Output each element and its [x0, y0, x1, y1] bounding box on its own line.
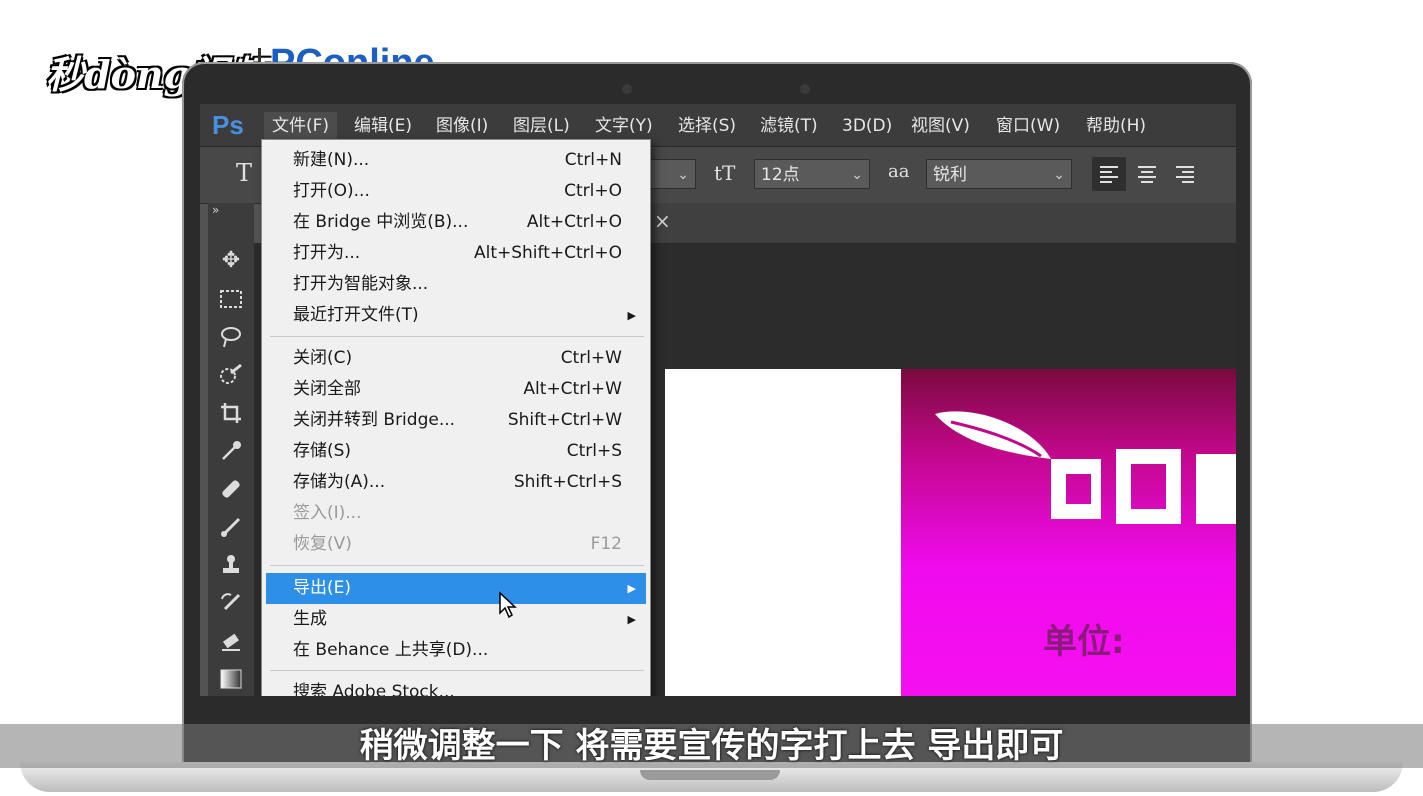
photoshop-window: Ps 文件(F) 编辑(E) 图像(I) 图层(L) 文字(Y) 选择(S) 滤…: [200, 104, 1236, 696]
menu-item-recent-files[interactable]: 最近打开文件(T) ▶: [266, 300, 646, 331]
font-size-icon: tT: [714, 161, 736, 185]
eyedropper-tool-icon[interactable]: [208, 433, 254, 469]
poster-unit-label: 单位:: [1043, 622, 1125, 662]
submenu-arrow-icon: ▶: [627, 613, 636, 626]
menu-item-revert: 恢复(V) F12: [293, 534, 622, 554]
lasso-tool-icon[interactable]: [208, 319, 254, 355]
antialias-select[interactable]: 锐利 ⌄: [926, 159, 1072, 189]
antialias-icon: aa: [888, 161, 910, 182]
laptop-notch: [640, 770, 780, 780]
brush-tool-icon[interactable]: [208, 509, 254, 545]
align-left-button[interactable]: [1092, 157, 1126, 191]
poster-artwork: 单位:: [901, 369, 1236, 696]
crop-tool-icon[interactable]: [208, 395, 254, 431]
menu-item-share-behance[interactable]: 在 Behance 上共享(D)...: [266, 635, 646, 666]
menu-item-check-in: 签入(I)...: [293, 503, 362, 523]
menu-separator: [270, 336, 644, 337]
menu-item-open-as[interactable]: 打开为... Alt+Shift+Ctrl+O: [266, 238, 646, 269]
eraser-tool-icon[interactable]: [208, 623, 254, 659]
camera-dot-icon: [622, 84, 632, 94]
menu-item-generate[interactable]: 生成 ▶: [266, 604, 646, 635]
menu-item-close[interactable]: 关闭(C) Ctrl+W: [266, 343, 646, 374]
menu-item-open-smart-object[interactable]: 打开为智能对象...: [266, 269, 646, 300]
healing-brush-tool-icon[interactable]: [208, 471, 254, 507]
menu-item-export[interactable]: 导出(E) ▶: [266, 573, 646, 604]
align-right-icon: [1176, 166, 1194, 183]
font-size-select[interactable]: 12点 ⌄: [754, 159, 870, 189]
menu-separator: [270, 670, 644, 671]
font-size-value: 12点: [761, 165, 800, 185]
menu-layer[interactable]: 图层(L): [505, 112, 578, 140]
poster-title-graphic: [1051, 449, 1236, 524]
menu-type[interactable]: 文字(Y): [587, 112, 661, 140]
panel-collapse-icon[interactable]: »: [212, 203, 219, 217]
submenu-arrow-icon: ▶: [627, 582, 636, 595]
ps-logo: Ps: [212, 110, 244, 140]
menu-file[interactable]: 文件(F): [264, 112, 338, 140]
menu-item-search-stock[interactable]: 搜索 Adobe Stock...: [266, 677, 646, 696]
menu-window[interactable]: 窗口(W): [988, 112, 1068, 140]
tools-panel: » ✥: [208, 203, 254, 696]
menu-item-new[interactable]: 新建(N)... Ctrl+N: [266, 145, 646, 176]
document-tab-strip: ×: [640, 203, 1236, 243]
menu-item-browse-bridge[interactable]: 在 Bridge 中浏览(B)... Alt+Ctrl+O: [266, 207, 646, 238]
gradient-tool-icon[interactable]: [208, 661, 254, 696]
align-right-button[interactable]: [1168, 157, 1202, 191]
menu-3d[interactable]: 3D(D): [834, 112, 900, 140]
menu-item-save[interactable]: 存储(S) Ctrl+S: [266, 436, 646, 467]
menu-image[interactable]: 图像(I): [428, 112, 496, 140]
menu-separator: [270, 565, 644, 566]
submenu-arrow-icon: ▶: [627, 309, 636, 322]
align-center-icon: [1138, 166, 1156, 183]
video-subtitle: 稍微调整一下 将需要宣传的字打上去 导出即可: [359, 726, 1064, 766]
quick-selection-tool-icon[interactable]: [208, 357, 254, 393]
menu-item-close-go-bridge[interactable]: 关闭并转到 Bridge... Shift+Ctrl+W: [266, 405, 646, 436]
menu-edit[interactable]: 编辑(E): [346, 112, 420, 140]
menu-item-save-as[interactable]: 存储为(A)... Shift+Ctrl+S: [266, 467, 646, 498]
menu-select[interactable]: 选择(S): [670, 112, 744, 140]
menu-filter[interactable]: 滤镜(T): [752, 112, 826, 140]
camera-dot-icon: [800, 84, 810, 94]
align-center-button[interactable]: [1130, 157, 1164, 191]
history-brush-tool-icon[interactable]: [208, 585, 254, 621]
file-menu-dropdown: 新建(N)... Ctrl+N 打开(O)... Ctrl+O 在 Bridge 中…: [261, 139, 651, 696]
antialias-value: 锐利: [933, 165, 967, 185]
move-tool-icon[interactable]: ✥: [208, 243, 254, 279]
menu-item-open[interactable]: 打开(O)... Ctrl+O: [266, 176, 646, 207]
marquee-tool-icon[interactable]: [208, 281, 254, 317]
clone-stamp-tool-icon[interactable]: [208, 547, 254, 583]
align-left-icon: [1100, 166, 1118, 183]
document-canvas-white: [665, 369, 901, 696]
menu-help[interactable]: 帮助(H): [1078, 112, 1154, 140]
font-style-select[interactable]: ⌄: [648, 159, 696, 189]
menu-item-close-all[interactable]: 关闭全部 Alt+Ctrl+W: [266, 374, 646, 405]
tab-close-icon[interactable]: ×: [654, 209, 671, 233]
menu-view[interactable]: 视图(V): [903, 112, 978, 140]
type-tool-preset-icon[interactable]: T: [236, 159, 252, 187]
mouse-cursor-icon: [499, 591, 517, 619]
